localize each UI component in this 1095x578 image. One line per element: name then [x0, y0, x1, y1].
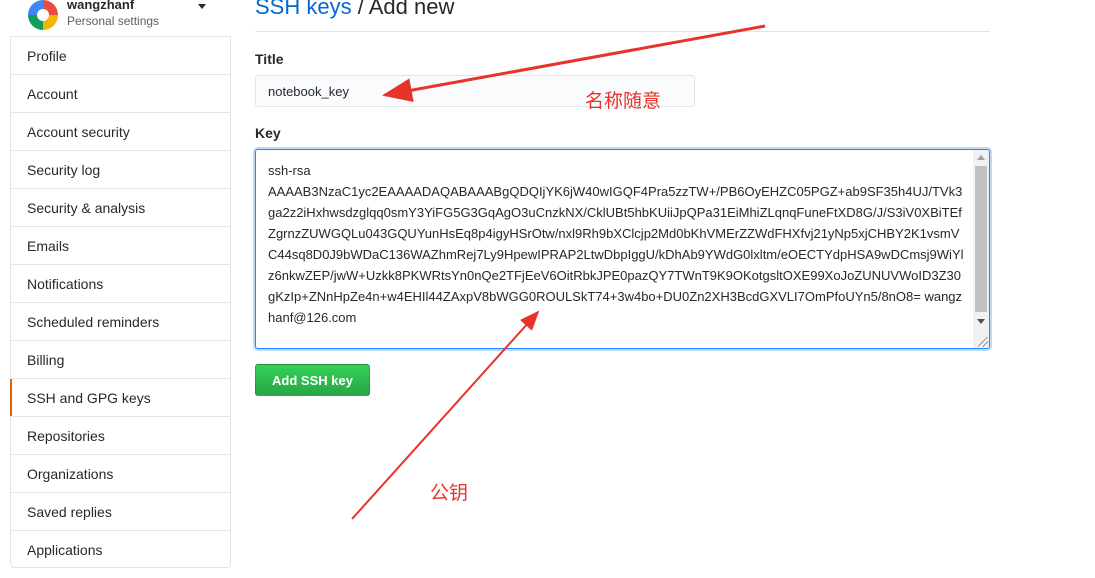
- annotation-key-note: 公钥: [430, 482, 469, 504]
- annotation-arrows: [351, 24, 766, 520]
- arrow-to-title: [382, 24, 766, 102]
- annotation-title-note: 名称随意: [585, 90, 662, 112]
